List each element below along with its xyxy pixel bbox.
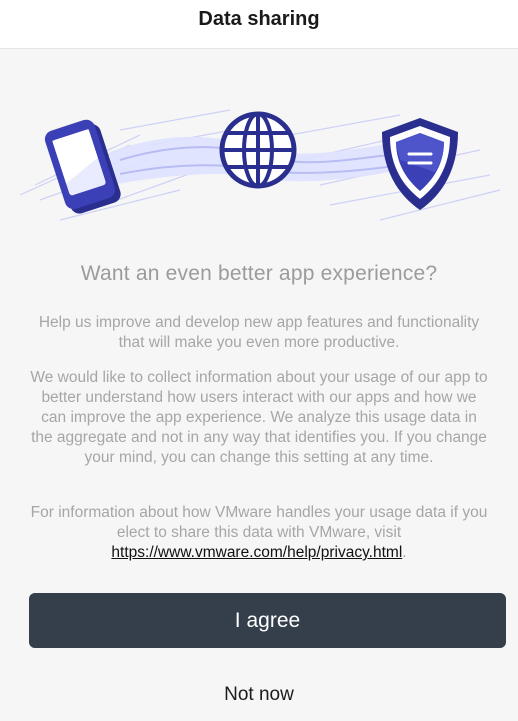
intro-paragraph: Help us improve and develop new app feat… <box>38 314 480 351</box>
mobile-device-icon <box>44 119 121 214</box>
privacy-text: For information about how VMware handles… <box>30 504 488 541</box>
navigation-bar: Data sharing <box>0 0 518 49</box>
data-sharing-screen: Data sharing Want an even better app exp… <box>0 0 518 721</box>
shield-icon <box>382 118 458 210</box>
privacy-link[interactable]: https://www.vmware.com/help/privacy.html <box>111 544 402 561</box>
privacy-paragraph: For information about how VMware handles… <box>30 503 488 563</box>
not-now-button[interactable]: Not now <box>0 684 518 706</box>
agree-button[interactable]: I agree <box>29 593 506 648</box>
privacy-text-end: . <box>402 544 407 561</box>
page-title: Data sharing <box>198 7 320 30</box>
usage-paragraph: We would like to collect information abo… <box>30 369 488 466</box>
hero-illustration <box>19 109 501 221</box>
headline: Want an even better app experience? <box>80 262 438 285</box>
globe-icon <box>219 111 297 189</box>
